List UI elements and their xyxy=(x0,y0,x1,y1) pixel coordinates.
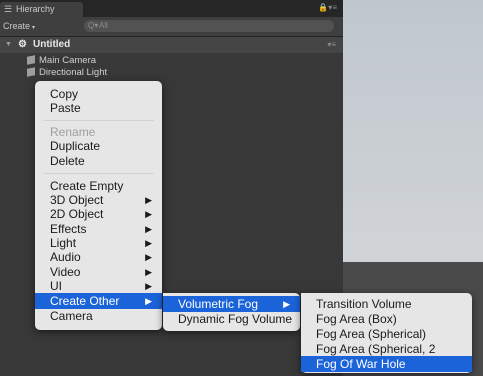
menu-item-fog-area-spherical-2-layers[interactable]: Fog Area (Spherical, 2 layers) xyxy=(301,341,472,372)
hierarchy-toolbar: Create ▾ Q▾ All xyxy=(0,17,343,37)
menu-item-fog-of-war-hole[interactable]: Fog Of War Hole xyxy=(301,356,472,372)
volumetric-fog-submenu: Transition Volume Fog Area (Box) Fog Are… xyxy=(301,293,472,373)
menu-item-label: 2D Object xyxy=(50,207,104,221)
submenu-arrow-icon: ▶ xyxy=(145,281,152,291)
scene-sky xyxy=(343,0,483,262)
menu-item-fog-area-box[interactable]: Fog Area (Box) xyxy=(301,311,472,327)
tab-label: Hierarchy xyxy=(16,4,55,14)
submenu-arrow-icon: ▶ xyxy=(145,209,152,219)
search-icon: Q▾ xyxy=(88,21,99,30)
menu-item-label: Video xyxy=(50,265,81,279)
gameobject-icon xyxy=(27,67,35,77)
menu-item-paste[interactable]: Paste xyxy=(35,100,162,116)
menu-item-duplicate[interactable]: Duplicate xyxy=(35,138,162,154)
menu-item-transition-volume[interactable]: Transition Volume xyxy=(301,296,472,312)
hierarchy-item-directional-light[interactable]: Directional Light xyxy=(27,66,107,80)
scene-row-untitled[interactable]: ▼ ⚙ Untitled ▾≡ xyxy=(0,37,343,53)
submenu-arrow-icon: ▶ xyxy=(145,252,152,262)
menu-item-label: 3D Object xyxy=(50,193,104,207)
search-input[interactable]: Q▾ All xyxy=(84,20,334,32)
object-label: Directional Light xyxy=(39,67,108,78)
menu-item-label: UI xyxy=(50,279,62,293)
hierarchy-list-icon: ☰ xyxy=(4,4,13,14)
menu-item-camera[interactable]: Camera xyxy=(35,308,162,324)
menu-item-delete[interactable]: Delete xyxy=(35,153,162,169)
tab-hierarchy[interactable]: ☰ Hierarchy xyxy=(0,2,83,17)
lock-menu-icon[interactable]: 🔒▾≡ xyxy=(318,3,337,12)
create-dropdown-button[interactable]: Create ▾ xyxy=(3,20,35,35)
unity-logo-icon: ⚙ xyxy=(18,39,27,50)
menu-item-fog-area-spherical[interactable]: Fog Area (Spherical) xyxy=(301,326,472,342)
scene-menu-icon[interactable]: ▾≡ xyxy=(327,37,336,53)
menu-item-label: Audio xyxy=(50,250,81,264)
menu-item-audio[interactable]: Audio ▶ xyxy=(35,249,162,265)
menu-item-label: Effects xyxy=(50,222,87,236)
menu-item-dynamic-fog-volume[interactable]: Dynamic Fog Volume xyxy=(163,311,300,327)
menu-separator xyxy=(43,173,154,174)
menu-item-label: Light xyxy=(50,236,77,250)
object-label: Main Camera xyxy=(39,55,97,66)
fold-arrow-icon[interactable]: ▼ xyxy=(5,37,12,53)
menu-item-volumetric-fog[interactable]: Volumetric Fog ▶ xyxy=(163,296,300,312)
menu-item-label: Create Other xyxy=(50,294,120,308)
create-other-submenu: Volumetric Fog ▶ Dynamic Fog Volume xyxy=(163,293,300,331)
menu-item-label: Volumetric Fog xyxy=(178,297,259,311)
context-menu: Copy Paste Rename Duplicate Delete Creat… xyxy=(35,81,162,330)
menu-item-create-other[interactable]: Create Other ▶ xyxy=(35,293,162,309)
submenu-arrow-icon: ▶ xyxy=(283,299,290,309)
menu-item-2d-object[interactable]: 2D Object ▶ xyxy=(35,206,162,222)
gameobject-icon xyxy=(27,55,35,65)
submenu-arrow-icon: ▶ xyxy=(145,296,152,306)
menu-item-ui[interactable]: UI ▶ xyxy=(35,278,162,294)
scene-name: Untitled xyxy=(33,39,71,50)
chevron-down-icon: ▾ xyxy=(32,25,36,31)
search-placeholder: All xyxy=(99,21,108,30)
menu-separator xyxy=(43,120,154,121)
create-label: Create xyxy=(3,21,31,31)
tab-bar: ☰ Hierarchy 🔒▾≡ xyxy=(0,0,343,17)
